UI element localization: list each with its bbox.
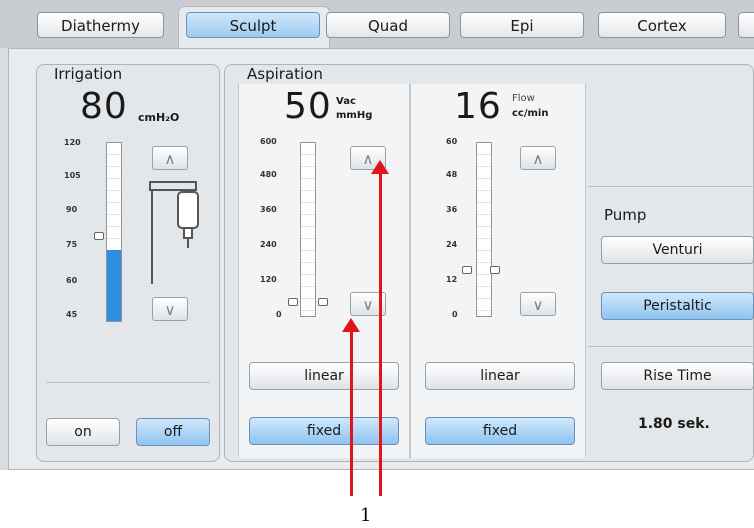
pump-title: Pump: [604, 206, 647, 224]
irrigation-level-bar[interactable]: [106, 142, 122, 322]
rise-time-value: 1.80 sek.: [638, 416, 710, 432]
pump-venturi-button[interactable]: Venturi: [601, 236, 754, 264]
vacuum-tick: 0: [276, 310, 282, 319]
tab-diathermy[interactable]: Diathermy: [37, 12, 164, 38]
vacuum-tick: 240: [260, 240, 277, 249]
flow-tick: 0: [452, 310, 458, 319]
vacuum-min-marker[interactable]: [288, 298, 298, 306]
tab-sculpt[interactable]: Sculpt: [186, 12, 320, 38]
flow-tick: 60: [446, 137, 458, 146]
flow-tick: 36: [446, 205, 458, 214]
flow-unit-label: Flow: [512, 93, 535, 104]
irrigation-tick: 75: [66, 240, 78, 249]
flow-fixed-button[interactable]: fixed: [425, 417, 575, 445]
vacuum-value: 50: [284, 86, 332, 127]
vacuum-unit-label: Vac: [336, 96, 356, 107]
pump-peristaltic-button[interactable]: Peristaltic: [601, 292, 754, 320]
irrigation-bottle-icon: [149, 181, 199, 284]
irrigation-level-marker[interactable]: [94, 232, 104, 240]
irrigation-divider: [46, 382, 210, 383]
chevron-up-icon: ∧: [532, 150, 544, 168]
vacuum-tick: 480: [260, 170, 277, 179]
annotation-arrow-down-button: [350, 326, 353, 496]
irrigation-unit: cmH₂O: [138, 111, 180, 124]
irrigation-tick: 105: [64, 171, 81, 180]
flow-max-marker[interactable]: [490, 266, 500, 274]
vacuum-linear-button[interactable]: linear: [249, 362, 399, 390]
flow-tick: 24: [446, 240, 458, 249]
irrigation-up-button[interactable]: ∧: [152, 146, 188, 170]
chevron-down-icon: ∨: [362, 296, 374, 314]
tab-more[interactable]: [738, 12, 754, 38]
vacuum-fixed-button[interactable]: fixed: [249, 417, 399, 445]
flow-down-button[interactable]: ∨: [520, 292, 556, 316]
flow-tick: 12: [446, 275, 458, 284]
annotation-arrow-up-button: [379, 170, 382, 496]
pump-divider-bottom: [588, 346, 754, 347]
flow-up-button[interactable]: ∧: [520, 146, 556, 170]
annotation-arrowhead-icon: [371, 160, 389, 174]
irrigation-level-fill: [107, 249, 121, 321]
tab-cortex[interactable]: Cortex: [598, 12, 726, 38]
vacuum-max-marker[interactable]: [318, 298, 328, 306]
tab-quad[interactable]: Quad: [326, 12, 450, 38]
flow-unit: cc/min: [512, 108, 549, 119]
irrigation-tick: 60: [66, 276, 78, 285]
irrigation-tick: 120: [64, 138, 81, 147]
irrigation-value: 80: [80, 86, 128, 127]
aspiration-title: Aspiration: [247, 65, 323, 83]
irrigation-tick: 45: [66, 310, 78, 319]
phaco-control-panel: Diathermy Sculpt Quad Epi Cortex Irrigat…: [0, 0, 754, 470]
flow-tick: 48: [446, 170, 458, 179]
tab-epi[interactable]: Epi: [460, 12, 584, 38]
flow-min-marker[interactable]: [462, 266, 472, 274]
vacuum-tick: 120: [260, 275, 277, 284]
rise-time-button[interactable]: Rise Time: [601, 362, 754, 390]
vacuum-tick: 360: [260, 205, 277, 214]
chevron-down-icon: ∨: [164, 301, 176, 319]
chevron-down-icon: ∨: [532, 296, 544, 314]
annotation-label: 1: [360, 505, 372, 526]
pump-divider-top: [588, 186, 754, 187]
vacuum-unit: mmHg: [336, 110, 373, 121]
irrigation-off-button[interactable]: off: [136, 418, 210, 446]
flow-value: 16: [454, 86, 502, 127]
irrigation-on-button[interactable]: on: [46, 418, 120, 446]
irrigation-title: Irrigation: [54, 65, 123, 83]
irrigation-tick: 90: [66, 205, 78, 214]
irrigation-down-button[interactable]: ∨: [152, 297, 188, 321]
flow-linear-button[interactable]: linear: [425, 362, 575, 390]
vacuum-level-bar[interactable]: [300, 142, 316, 317]
chevron-up-icon: ∧: [164, 150, 176, 168]
flow-level-bar[interactable]: [476, 142, 492, 317]
vacuum-tick: 600: [260, 137, 277, 146]
annotation-arrowhead-icon: [342, 318, 360, 332]
